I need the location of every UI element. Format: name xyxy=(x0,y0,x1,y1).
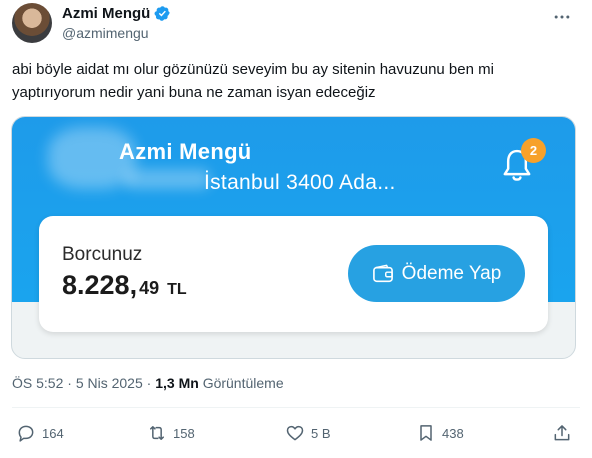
divider xyxy=(12,407,580,408)
card-address: İstanbul 3400 Ada... xyxy=(204,171,396,194)
verified-badge-icon xyxy=(154,6,171,21)
author-name-row: Azmi Mengü xyxy=(62,5,171,22)
pay-button: Ödeme Yap xyxy=(348,245,525,302)
meta-separator-2: · xyxy=(146,375,152,391)
blurred-address xyxy=(124,169,210,189)
reply-count: 164 xyxy=(42,425,64,441)
views-label: Görüntüleme xyxy=(202,375,284,391)
like-count: 5 B xyxy=(311,425,331,441)
amount-cents: 49 xyxy=(139,278,160,298)
tweet-time[interactable]: ÖS 5:52 xyxy=(12,375,63,391)
bookmark-count: 438 xyxy=(442,425,464,441)
debt-card: Borcunuz 8.228, 49 TL Ödeme Yap xyxy=(39,216,548,332)
card-user-name: Azmi Mengü xyxy=(119,139,252,164)
more-icon[interactable] xyxy=(552,7,572,27)
meta-separator: · xyxy=(67,375,72,391)
tweet-meta: ÖS 5:52 · 5 Nis 2025 · 1,3 Mn Görüntülem… xyxy=(12,375,284,391)
wallet-icon xyxy=(372,264,393,282)
reply-button[interactable]: 164 xyxy=(16,423,64,443)
amount-currency: TL xyxy=(167,281,187,298)
retweet-icon xyxy=(150,426,164,440)
retweet-button[interactable]: 158 xyxy=(147,423,195,443)
share-icon xyxy=(554,425,570,441)
tweet-date[interactable]: 5 Nis 2025 xyxy=(76,375,143,391)
tweet-actions: 164 158 5 B 438 xyxy=(12,423,580,447)
tweet-media-image[interactable]: Azmi Mengü İstanbul 3400 Ada... 2 Borcun… xyxy=(11,116,576,359)
reply-icon xyxy=(18,425,34,442)
like-icon xyxy=(286,425,304,441)
share-button[interactable] xyxy=(552,423,572,443)
bookmark-icon xyxy=(420,425,432,441)
like-button[interactable]: 5 B xyxy=(285,423,331,443)
views-count: 1,3 Mn xyxy=(155,375,199,391)
amount-main: 8.228, xyxy=(62,270,138,300)
author-name[interactable]: Azmi Mengü xyxy=(62,5,150,22)
pay-button-label: Ödeme Yap xyxy=(401,262,502,284)
retweet-count: 158 xyxy=(173,425,195,441)
avatar[interactable] xyxy=(12,3,52,43)
tweet-header: Azmi Mengü @azmimengu xyxy=(12,3,580,43)
debt-label: Borcunuz xyxy=(62,244,143,265)
notification-badge: 2 xyxy=(521,138,546,163)
author-handle[interactable]: @azmimengu xyxy=(62,25,149,41)
bookmark-button[interactable]: 438 xyxy=(416,423,464,443)
debt-amount: 8.228, 49 TL xyxy=(62,270,187,301)
tweet-text: abi böyle aidat mı olur gözünüzü seveyim… xyxy=(12,61,494,101)
